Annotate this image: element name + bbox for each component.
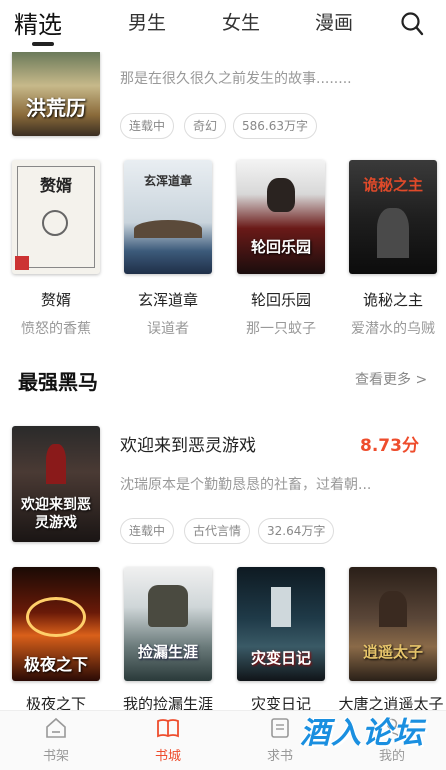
- book-cover[interactable]: 玄浑道章: [124, 160, 212, 274]
- top-nav: 精选 男生 女生 漫画: [0, 0, 446, 52]
- cover-title-text: 欢迎来到恶灵游戏: [21, 497, 91, 531]
- wordcount-tag: 586.63万字: [233, 113, 317, 139]
- book-icon: [157, 719, 179, 738]
- cover-title-text: 赘婿: [39, 176, 72, 195]
- nav-label: 书城: [154, 749, 181, 764]
- status-tag: 连载中: [120, 113, 175, 139]
- nav-label: 书架: [42, 749, 69, 764]
- cover-title-text: 逍遥太子: [362, 643, 423, 661]
- book-cover[interactable]: 灾变日记: [237, 567, 325, 681]
- section-title: 最强黑马: [18, 370, 98, 394]
- nav-bookstore[interactable]: 书城: [138, 717, 198, 764]
- book-cover[interactable]: 赘婿: [12, 160, 100, 274]
- book-author: 愤怒的香蕉: [21, 321, 91, 337]
- book-title[interactable]: 诡秘之主: [338, 289, 446, 310]
- cover-title-text: 灾变日记: [250, 649, 311, 667]
- book-cover[interactable]: 捡漏生涯: [124, 567, 212, 681]
- tab-female[interactable]: 女生: [222, 8, 260, 35]
- book-cover[interactable]: 逍遥太子: [349, 567, 437, 681]
- cover-title-text: 捡漏生涯: [137, 643, 198, 661]
- tab-comics[interactable]: 漫画: [315, 8, 353, 35]
- tab-featured[interactable]: 精选: [14, 5, 62, 40]
- book-author: 误道者: [147, 321, 189, 337]
- view-more-link[interactable]: 查看更多 >: [355, 369, 427, 389]
- wordcount-tag: 32.64万字: [258, 518, 335, 544]
- book-cover[interactable]: 诡秘之主: [349, 160, 437, 274]
- home-icon: [46, 717, 66, 738]
- cover-title-text: 诡秘之主: [362, 176, 423, 194]
- book-cover[interactable]: 极夜之下: [12, 567, 100, 681]
- book-author: 爱潜水的乌贼: [351, 321, 435, 337]
- book-title[interactable]: 赘婿: [1, 289, 111, 310]
- featured-book-title[interactable]: 欢迎来到恶灵游戏: [120, 431, 256, 456]
- book-description: 那是在很久很久之前发生的故事........: [120, 71, 352, 87]
- tab-male[interactable]: 男生: [128, 8, 166, 35]
- nav-bookshelf[interactable]: 书架: [26, 717, 86, 764]
- featured-book-cover[interactable]: 欢迎来到恶灵游戏: [12, 426, 100, 542]
- search-icon[interactable]: [400, 11, 424, 37]
- document-icon: [271, 718, 289, 738]
- genre-tag: 奇幻: [184, 113, 227, 139]
- featured-book-score: 8.73分: [360, 436, 419, 456]
- book-cover-top[interactable]: 洪荒历: [12, 52, 100, 136]
- book-title[interactable]: 玄浑道章: [113, 289, 223, 310]
- genre-tag: 古代言情: [184, 518, 251, 544]
- book-cover[interactable]: 轮回乐园: [237, 160, 325, 274]
- cover-title-text: 极夜之下: [23, 655, 88, 674]
- watermark: 酒入论坛: [300, 716, 424, 751]
- cover-title-text: 玄浑道章: [143, 174, 192, 188]
- cover-title-text: 洪荒历: [26, 96, 86, 120]
- book-author: 那一只蚊子: [246, 321, 316, 337]
- book-title[interactable]: 轮回乐园: [226, 289, 336, 310]
- active-tab-indicator: [32, 42, 54, 46]
- book-description: 沈瑞原本是个勤勤恳恳的社畜，过着朝...: [120, 477, 372, 493]
- status-tag: 连载中: [120, 518, 175, 544]
- cover-title-text: 轮回乐园: [250, 238, 311, 256]
